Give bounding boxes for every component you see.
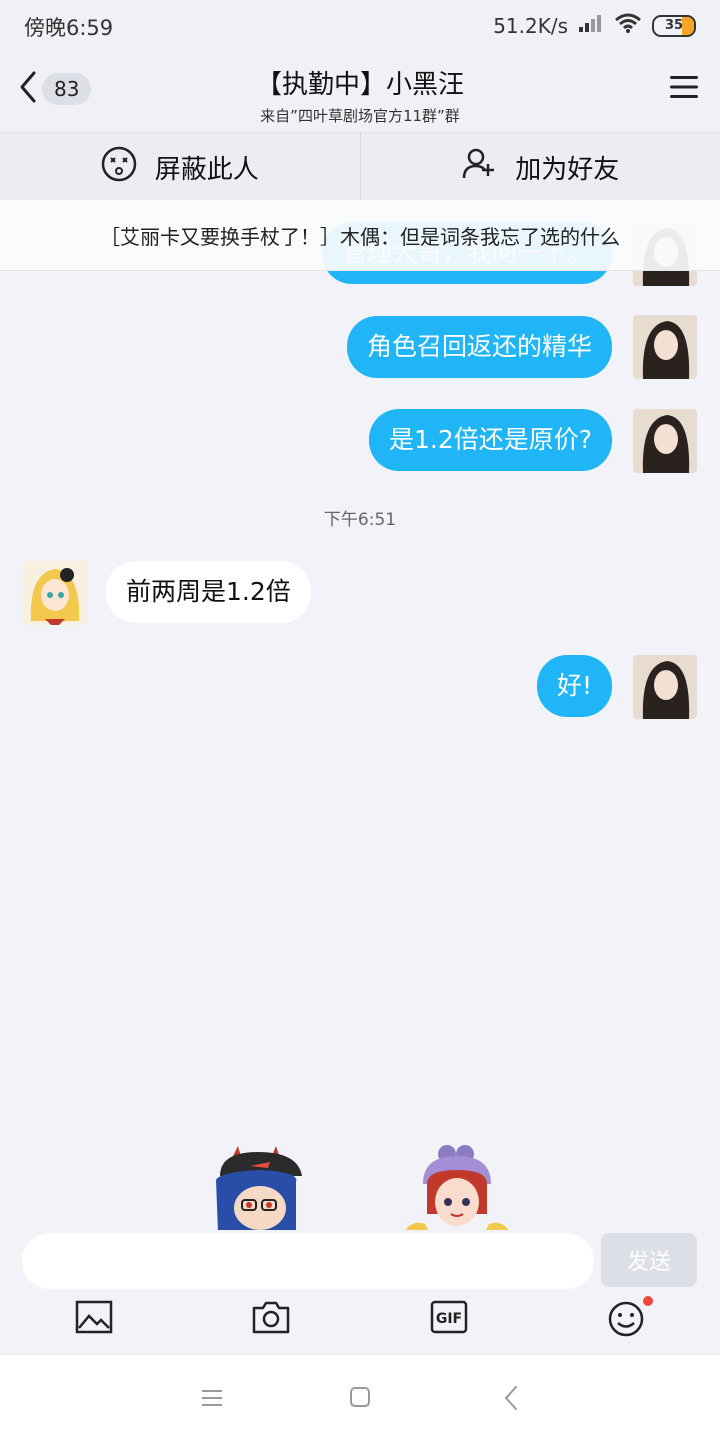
add-friend-button[interactable]: 加为好友 [361,133,720,201]
emoji-icon[interactable] [607,1300,647,1340]
image-icon[interactable] [75,1300,115,1340]
notification-dot [643,1296,653,1306]
add-friend-label: 加为好友 [515,149,619,186]
status-time: 傍晚6:59 [24,12,113,42]
block-face-icon [101,146,137,189]
sender-avatar[interactable] [23,561,87,625]
chevron-left-icon [18,70,38,108]
block-user-label: 屏蔽此人 [155,149,259,186]
network-speed: 51.2K/s [493,14,568,38]
block-user-button[interactable]: 屏蔽此人 [0,133,360,201]
action-row: 屏蔽此人 加为好友 [0,132,720,202]
my-avatar[interactable] [633,655,697,719]
message-input[interactable] [22,1233,594,1289]
message-bubble[interactable]: 角色召回返还的精华 [347,316,612,378]
back-nav-icon[interactable] [492,1383,532,1413]
back-button[interactable]: 83 [18,70,91,108]
time-separator: 下午6:51 [0,505,720,530]
status-right: 51.2K/s 35 [493,12,696,39]
gif-icon[interactable]: GIF [430,1300,470,1340]
menu-button[interactable] [670,74,698,104]
recent-apps-icon[interactable] [192,1383,232,1413]
page-subtitle: 来自”四叶草剧场官方11群”群 [140,105,580,126]
hamburger-menu-icon [670,85,698,104]
battery-icon: 35 [652,15,696,37]
status-bar: 傍晚6:59 51.2K/s 35 [0,0,720,52]
battery-level: 35 [665,18,683,33]
send-button[interactable]: 发送 [601,1233,697,1287]
svg-text:GIF: GIF [436,1311,462,1327]
chat-area[interactable]: 管理大哥，我问一下。 角色召回返还的精华 是1.2倍还是原价? 下午6:51 前… [0,200,720,1230]
group-announcement-banner[interactable]: ［艾丽卡又要换手杖了！］木偶：但是词条我忘了选的什么 [0,200,720,271]
toolbar: GIF [0,1300,720,1342]
my-avatar[interactable] [633,409,697,473]
page-title: 【执勤中】小黑汪 [140,64,580,101]
signal-icon [578,13,604,38]
wifi-icon [614,12,642,39]
camera-icon[interactable] [252,1300,292,1340]
add-person-icon [461,146,497,189]
title-bar: 83 【执勤中】小黑汪 来自”四叶草剧场官方11群”群 [0,52,720,132]
message-bubble[interactable]: 前两周是1.2倍 [106,561,311,623]
message-bubble[interactable]: 好! [537,655,612,717]
home-icon[interactable] [340,1383,380,1413]
my-avatar[interactable] [633,315,697,379]
unread-count-badge: 83 [42,73,91,105]
message-bubble[interactable]: 是1.2倍还是原价? [369,409,612,471]
title-area: 【执勤中】小黑汪 来自”四叶草剧场官方11群”群 [140,64,580,126]
character-decoration [0,1140,720,1230]
girl-character-image [405,1144,509,1230]
boy-character-image [210,1146,306,1230]
input-bar: 发送 GIF [0,1230,720,1354]
system-navigation-bar [0,1354,720,1441]
